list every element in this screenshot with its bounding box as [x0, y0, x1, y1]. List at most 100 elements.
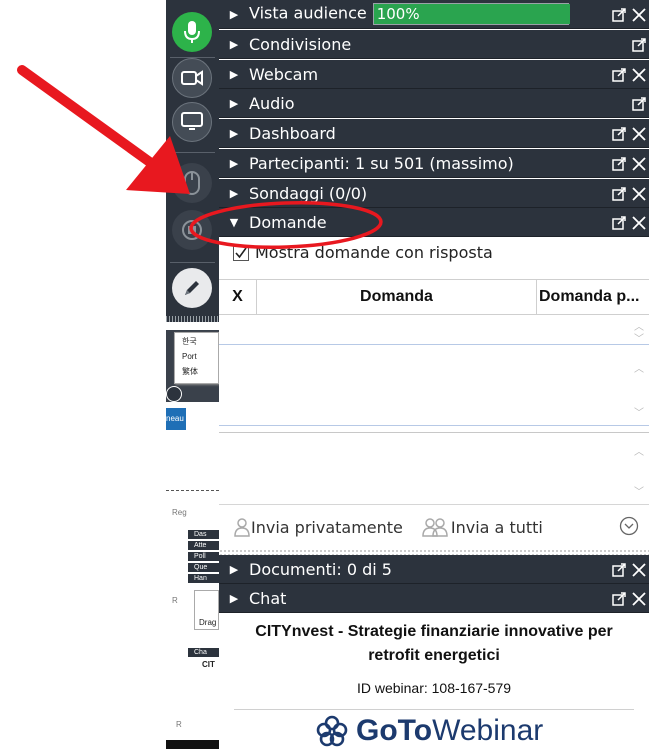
close-icon[interactable]: [631, 126, 647, 142]
show-answered-label: Mostra domande con risposta: [255, 243, 493, 262]
expand-arrow-icon: ▶: [229, 96, 239, 110]
questions-button[interactable]: [172, 210, 212, 250]
answer-text-scrollbar[interactable]: ︿ ﹀: [629, 433, 649, 504]
scroll-down-icon[interactable]: ﹀: [634, 330, 644, 345]
background-webinar-panel: 한국 Port 繁体 neau Reg Das Atte Poll Que Ha…: [166, 322, 219, 749]
webcam-icon: [181, 70, 203, 86]
popout-icon[interactable]: [612, 67, 627, 82]
close-icon[interactable]: [631, 591, 647, 607]
section-chat[interactable]: ▶ Chat: [219, 584, 649, 613]
column-header-domanda[interactable]: Domanda: [257, 280, 537, 314]
answer-text-area[interactable]: ︿ ﹀: [219, 433, 649, 505]
bg-header: Han: [188, 574, 219, 583]
scroll-up-icon[interactable]: ︿: [634, 443, 644, 458]
column-header-x[interactable]: X: [219, 280, 257, 314]
section-label: Domande: [249, 212, 327, 232]
section-partecipanti[interactable]: ▶ Partecipanti: 1 su 501 (massimo): [219, 149, 649, 178]
section-audio[interactable]: ▶ Audio: [219, 89, 649, 118]
expand-arrow-icon: ▶: [229, 37, 239, 51]
mouse-control-button[interactable]: [172, 163, 212, 203]
popout-icon[interactable]: [612, 215, 627, 230]
expand-arrow-icon: ▶: [229, 156, 239, 170]
bg-header: Poll: [188, 552, 219, 561]
section-label: Vista audience: [249, 3, 367, 23]
section-sondaggi[interactable]: ▶ Sondaggi (0/0): [219, 179, 649, 208]
section-label: Documenti: 0 di 5: [249, 559, 392, 579]
logo-goto: GoTo: [356, 714, 433, 747]
questions-list[interactable]: ︿ ﹀: [219, 316, 649, 345]
gotowebinar-logo: GoTo Webinar: [314, 714, 543, 748]
send-all-button[interactable]: Invia a tutti: [421, 517, 543, 537]
question-text-area[interactable]: ︿ ﹀: [219, 346, 649, 426]
section-dashboard[interactable]: ▶ Dashboard: [219, 119, 649, 148]
column-header-domanda-p[interactable]: Domanda p...: [537, 280, 649, 314]
audience-progress-text: 100%: [376, 5, 420, 23]
section-webcam[interactable]: ▶ Webcam: [219, 60, 649, 89]
popout-icon[interactable]: [612, 156, 627, 171]
language-item: 한국: [182, 337, 197, 346]
person-icon: [234, 518, 250, 537]
more-options-button[interactable]: [619, 516, 639, 540]
people-icon: [422, 518, 448, 537]
popout-icon[interactable]: [612, 591, 627, 606]
pen-mini-icon: [166, 386, 182, 402]
close-icon[interactable]: [631, 7, 647, 23]
expand-arrow-icon: ▶: [229, 7, 239, 21]
popout-icon[interactable]: [612, 7, 627, 22]
screen-icon: [181, 112, 203, 130]
background-tab: neau: [166, 408, 186, 430]
expand-arrow-icon: ▶: [229, 562, 239, 576]
close-icon[interactable]: [631, 67, 647, 83]
reg-label: Reg: [172, 508, 187, 517]
expand-arrow-icon: ▶: [229, 186, 239, 200]
questions-list-scrollbar[interactable]: ︿ ﹀: [629, 316, 649, 345]
show-answered-checkbox[interactable]: [233, 244, 249, 261]
section-label: Dashboard: [249, 123, 336, 143]
section-condivisione[interactable]: ▶ Condivisione: [219, 30, 649, 59]
webcam-button[interactable]: [172, 58, 212, 98]
close-icon[interactable]: [631, 562, 647, 578]
show-answered-row[interactable]: Mostra domande con risposta: [233, 243, 493, 262]
r-label: R: [172, 596, 178, 605]
control-panel: ▶ Vista audience 100% ▶ Condivisione ▶ We…: [219, 0, 649, 749]
close-icon[interactable]: [631, 156, 647, 172]
popout-icon[interactable]: [632, 96, 647, 111]
drawing-tools-button[interactable]: [172, 268, 212, 308]
webinar-id: ID webinar: 108-167-579: [356, 680, 512, 696]
section-label: Chat: [249, 588, 287, 608]
webinar-title: CITYnvest - Strategie finanziarie innova…: [255, 623, 613, 664]
checkmark-icon: [235, 247, 247, 258]
send-all-label: Invia a tutti: [450, 517, 543, 537]
questions-table-header: X Domanda Domanda p...: [219, 279, 649, 315]
scroll-down-icon[interactable]: ﹀: [634, 404, 644, 419]
language-item: 繁体: [182, 367, 198, 376]
close-icon[interactable]: [631, 215, 647, 231]
popout-icon[interactable]: [612, 562, 627, 577]
send-private-button[interactable]: Invia privatamente: [233, 517, 403, 537]
logo-webinar: Webinar: [432, 714, 544, 747]
scroll-up-icon[interactable]: ︿: [634, 360, 644, 375]
gotowebinar-flower-icon: [316, 715, 348, 747]
question-text-scrollbar[interactable]: ︿ ﹀: [629, 346, 649, 425]
popout-icon[interactable]: [612, 126, 627, 141]
section-documenti[interactable]: ▶ Documenti: 0 di 5: [219, 555, 649, 584]
expand-arrow-icon: ▶: [229, 67, 239, 81]
scroll-down-icon[interactable]: ﹀: [634, 483, 644, 498]
screen-share-button[interactable]: [172, 102, 212, 142]
pen-icon: [185, 281, 199, 295]
presenter-toolbar: [166, 0, 219, 322]
section-domande[interactable]: ▼ Domande: [219, 208, 649, 237]
close-icon[interactable]: [631, 186, 647, 202]
language-item: Port: [182, 352, 197, 361]
bg-header: Das: [188, 530, 219, 539]
chevron-down-circle-icon: [619, 516, 639, 536]
bg-header: Atte: [188, 541, 219, 550]
section-vista-audience[interactable]: ▶ Vista audience 100%: [219, 0, 649, 29]
microphone-button[interactable]: [172, 12, 212, 52]
audience-progress-bar: 100%: [372, 3, 570, 25]
section-label: Condivisione: [249, 34, 352, 54]
bg-header: Cha: [188, 648, 219, 657]
popout-icon[interactable]: [632, 37, 647, 52]
drag-label: Drag: [199, 618, 217, 627]
popout-icon[interactable]: [612, 186, 627, 201]
